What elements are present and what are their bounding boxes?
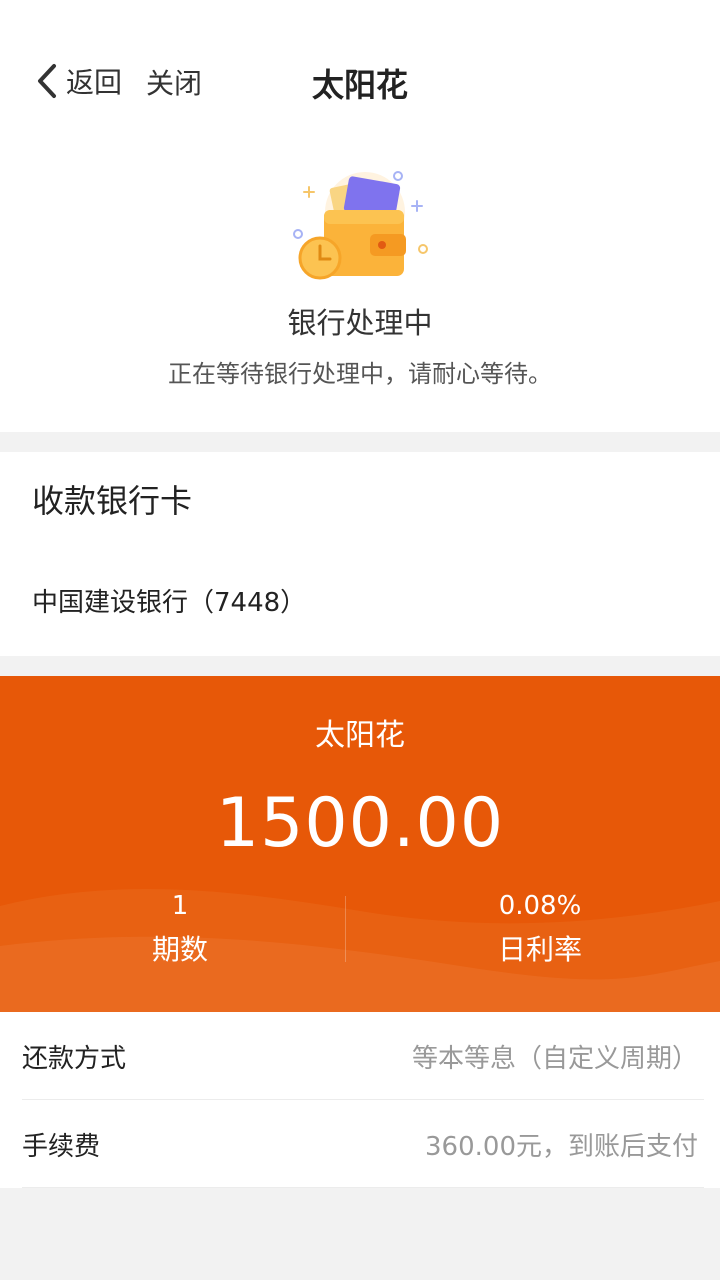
loan-details: 还款方式 等本等息（自定义周期） 手续费 360.00元，到账后支付: [0, 1012, 720, 1188]
daily-rate-stat: 0.08% 日利率: [360, 888, 720, 972]
bank-card-name: 中国建设银行（7448）: [32, 588, 307, 618]
loan-summary-card: 太阳花 1500.00 1 期数 0.08% 日利率: [0, 676, 720, 1012]
daily-rate-value: 0.08%: [498, 891, 582, 921]
service-fee-value: 360.00元，到账后支付: [425, 1132, 698, 1162]
status-description: 正在等待银行处理中，请耐心等待。: [168, 360, 552, 388]
bank-section-heading: 收款银行卡: [32, 482, 193, 520]
status-section: 银行处理中 正在等待银行处理中，请耐心等待。: [0, 160, 720, 432]
stat-divider: [345, 896, 346, 962]
loan-product-name: 太阳花: [315, 718, 405, 753]
divider: [22, 1187, 704, 1188]
periods-label: 期数: [151, 933, 208, 966]
repayment-method-label: 还款方式: [22, 1044, 127, 1074]
repayment-method-value: 等本等息（自定义周期）: [411, 1044, 698, 1074]
periods-value: 1: [171, 891, 189, 921]
service-fee-label: 手续费: [22, 1132, 101, 1162]
periods-stat: 1 期数: [0, 888, 360, 972]
service-fee-row: 手续费 360.00元，到账后支付: [0, 1100, 720, 1188]
loan-amount: 1500.00: [215, 784, 505, 863]
status-title: 银行处理中: [287, 306, 433, 340]
wallet-clock-icon: [293, 171, 428, 280]
daily-rate-label: 日利率: [497, 933, 582, 966]
page-title: 太阳花: [311, 66, 408, 104]
repayment-method-row: 还款方式 等本等息（自定义周期）: [0, 1012, 720, 1100]
receiving-bank-card-section: 收款银行卡 中国建设银行（7448）: [0, 452, 720, 656]
nav-bar: 返回 关闭 太阳花: [0, 0, 720, 160]
